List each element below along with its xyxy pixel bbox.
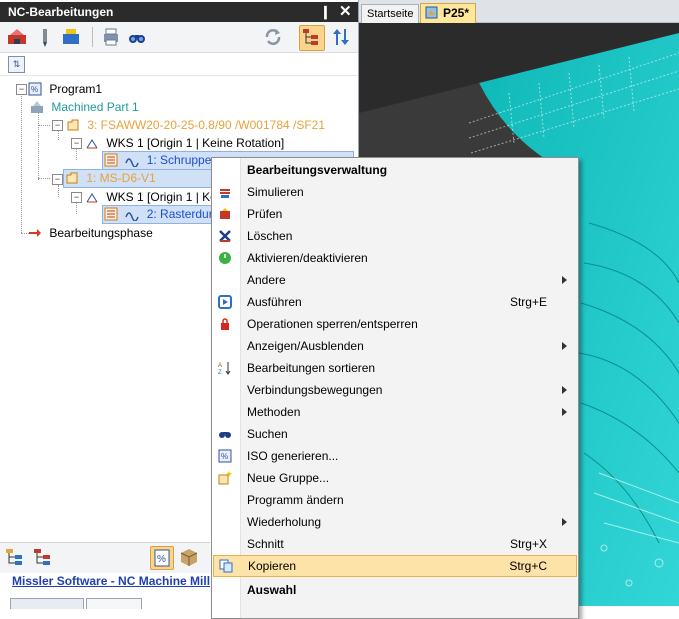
tree-label-group1-wks: WKS 1 [Origin 1 | Keine Rotation] (106, 136, 285, 150)
tree-expand-icon[interactable] (4, 546, 26, 568)
menu-item-anzeigen[interactable]: Anzeigen/Ausblenden (213, 335, 577, 357)
tree-view-icon (303, 29, 318, 45)
tree-label-group1: 3: FSAWW20-20-25-0.8/90 /W001784 /SF21 (87, 118, 326, 132)
tree-item-phase[interactable]: Bearbeitungsphase (28, 224, 153, 242)
iso-icon: % (154, 549, 170, 567)
toggle-group2-wks[interactable]: − (71, 192, 82, 203)
bottom-tab-2[interactable] (86, 598, 142, 609)
menu-item-wiederholung[interactable]: Wiederholung (213, 511, 577, 533)
binoculars-icon (219, 432, 231, 438)
copy-icon (219, 559, 233, 573)
submenu-arrow-icon (562, 342, 567, 350)
menu-item-bearbeitungsverwaltung[interactable]: Bearbeitungsverwaltung (213, 159, 577, 181)
menu-item-sperren[interactable]: Operationen sperren/entsperren (213, 313, 577, 335)
sort-arrows-icon[interactable] (330, 26, 352, 48)
menu-item-simulieren[interactable]: Simulieren (213, 181, 577, 203)
submenu-arrow-icon (562, 518, 567, 526)
stock-box-icon[interactable] (178, 546, 200, 568)
toggle-program[interactable]: − (16, 84, 27, 95)
iso-icon: % (218, 449, 232, 463)
tree-item-machined-part[interactable]: Machined Part 1 (30, 98, 139, 116)
delete-icon (219, 230, 231, 242)
tree-label-machined-part: Machined Part 1 (51, 100, 139, 114)
binoculars-icon[interactable] (126, 26, 148, 48)
tree-item-program[interactable]: % Program1 (28, 80, 102, 98)
main-toolbar (0, 22, 358, 53)
menu-item-auswahl[interactable]: Auswahl (213, 579, 577, 601)
tree-item-group1[interactable]: 3: FSAWW20-20-25-0.8/90 /W001784 /SF21 (66, 116, 325, 134)
refresh-icon[interactable] (262, 26, 284, 48)
phase-arrow-icon (29, 229, 41, 237)
printer-icon[interactable] (100, 26, 122, 48)
svg-text:A: A (218, 363, 222, 369)
submenu-arrow-icon (562, 408, 567, 416)
tree-label-group1-op: 1: Schruppen (146, 153, 219, 167)
iso-toggle-button[interactable]: % (150, 546, 174, 570)
menu-item-loeschen[interactable]: Löschen (213, 225, 577, 247)
operation-rough-icon (104, 153, 118, 167)
menu-item-methoden[interactable]: Methoden (213, 401, 577, 423)
lock-icon (221, 318, 229, 330)
menu-item-sortieren[interactable]: AZ Bearbeitungen sortieren (213, 357, 577, 379)
menu-item-iso[interactable]: % ISO generieren... (213, 445, 577, 467)
operation-raster-icon (104, 207, 118, 221)
toggle-group1-wks[interactable]: − (71, 138, 82, 149)
panel-title: NC-Bearbeitungen (8, 5, 114, 19)
machine-red-icon[interactable] (6, 26, 28, 48)
menu-item-kopieren[interactable]: Kopieren Strg+C (213, 555, 577, 577)
tab-startseite[interactable]: Startseite (361, 4, 420, 23)
toggle-group2[interactable]: − (52, 174, 63, 185)
path-icon (125, 212, 140, 221)
tree-collapse-icon[interactable] (32, 546, 54, 568)
bottom-tab-1[interactable] (10, 598, 84, 609)
missler-software-link[interactable]: Missler Software - NC Machine Mill (12, 574, 210, 588)
path-icon (125, 158, 140, 167)
tree-label-group2: 1: MS-D6-V1 (86, 171, 156, 185)
menu-item-suchen[interactable]: Suchen (213, 423, 577, 445)
power-icon (219, 252, 231, 264)
svg-text:%: % (221, 452, 228, 461)
menu-item-ausfuehren[interactable]: Ausführen Strg+E (213, 291, 577, 313)
submenu-arrow-icon (562, 276, 567, 284)
menu-item-neue-gruppe[interactable]: Neue Gruppe... (213, 467, 577, 489)
machined-part-icon (31, 101, 43, 113)
menu-item-pruefen[interactable]: Prüfen (213, 203, 577, 225)
bottom-toolbar: % (0, 542, 210, 573)
svg-text:%: % (157, 554, 166, 565)
new-group-icon (218, 471, 232, 485)
tree-label-program: Program1 (49, 82, 103, 96)
wks-axis-icon (86, 139, 98, 149)
menu-item-aktivieren[interactable]: Aktivieren/deaktivieren (213, 247, 577, 269)
panel-title-bar: NC-Bearbeitungen ❙ ✕ (0, 2, 358, 22)
tree-view-button[interactable] (299, 25, 325, 51)
menu-item-programm-aendern[interactable]: Programm ändern (213, 489, 577, 511)
simulate-icon (220, 189, 230, 198)
menu-item-andere[interactable]: Andere (213, 269, 577, 291)
wks-axis-icon (86, 193, 98, 203)
pin-icon[interactable]: ❙ (320, 4, 331, 20)
close-icon[interactable]: ✕ (339, 2, 352, 20)
submenu-arrow-icon (562, 386, 567, 394)
check-icon (220, 208, 230, 219)
svg-text:%: % (31, 85, 38, 94)
menu-item-verbindungsbewegungen[interactable]: Verbindungsbewegungen (213, 379, 577, 401)
svg-text:Z: Z (218, 370, 222, 375)
menu-item-schnitt[interactable]: Schnitt Strg+X (213, 533, 577, 555)
program-icon: % (28, 82, 42, 96)
sort-icon: AZ (218, 362, 231, 375)
run-icon (218, 295, 232, 309)
filter-toolbar: ⇅ (0, 53, 358, 76)
toggle-group1[interactable]: − (52, 120, 63, 131)
filter-icon[interactable]: ⇅ (8, 56, 25, 73)
tool-group-icon (66, 172, 78, 184)
tool-group-icon (67, 119, 79, 131)
context-menu: Bearbeitungsverwaltung Simulieren Prüfen… (211, 157, 579, 619)
machine-blue-icon[interactable] (60, 26, 82, 48)
tool-probe-icon[interactable] (34, 26, 56, 48)
part-document-icon (425, 6, 438, 19)
tree-label-phase: Bearbeitungsphase (49, 226, 153, 240)
tree-item-group1-wks[interactable]: WKS 1 [Origin 1 | Keine Rotation] (85, 134, 284, 152)
